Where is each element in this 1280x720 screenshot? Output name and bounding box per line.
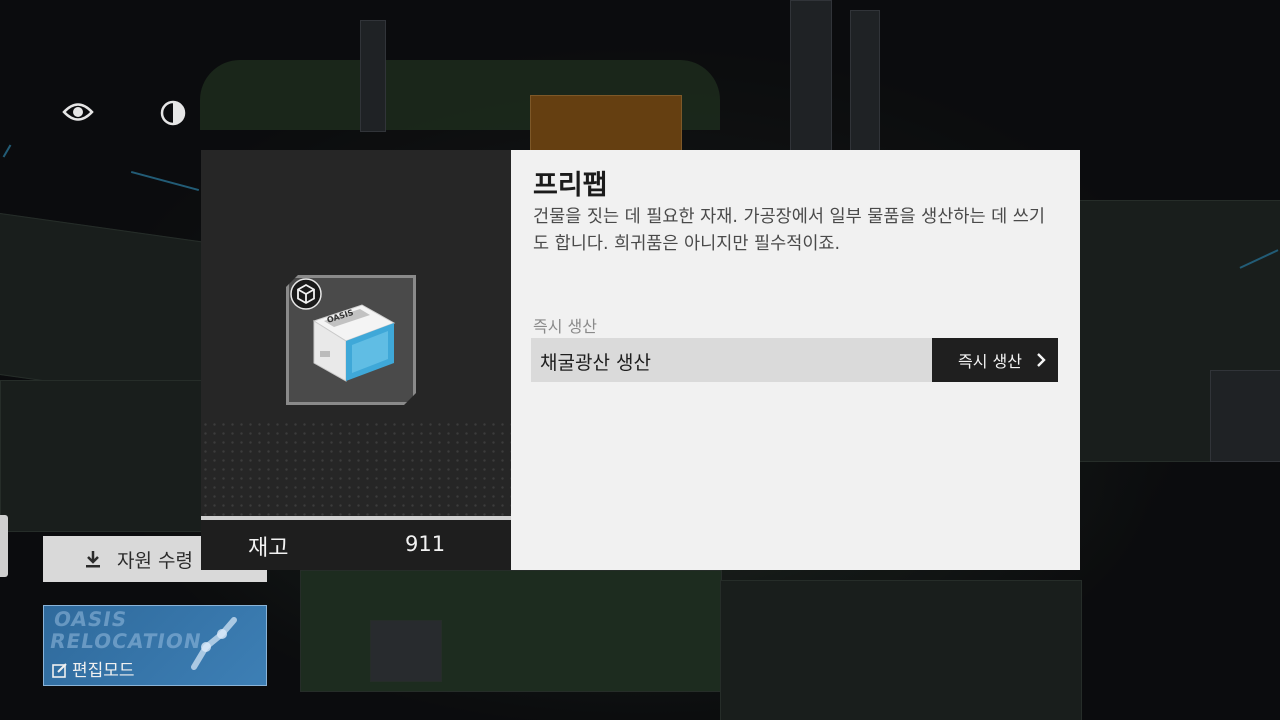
edit-icon — [52, 663, 67, 678]
edit-mode-label: 편집모드 — [72, 661, 135, 681]
download-icon — [86, 551, 100, 568]
production-source-row: 채굴광산 생산 즉시 생산 — [531, 338, 1058, 382]
stock-bar: 재고 911 — [201, 516, 511, 570]
robot-arm-icon — [191, 617, 237, 670]
collect-resources-label: 자원 수령 — [117, 549, 193, 572]
contrast-icon[interactable] — [156, 96, 190, 130]
prefab-crate-icon: OASIS — [312, 304, 396, 382]
side-drawer-handle[interactable] — [0, 515, 8, 577]
instant-production-section-label: 즉시 생산 — [533, 317, 597, 336]
eye-icon[interactable] — [61, 95, 95, 129]
stock-label: 재고 — [248, 536, 289, 561]
instant-produce-button-label: 즉시 생산 — [958, 352, 1022, 371]
item-description: 건물을 짓는 데 필요한 자재. 가공장에서 일부 물품을 생산하는 데 쓰기도… — [533, 207, 1045, 254]
chevron-right-icon — [1037, 353, 1046, 367]
item-preview-panel: OASIS 재고 911 — [201, 150, 511, 570]
item-info-panel: 프리팹 건물을 짓는 데 필요한 자재. 가공장에서 일부 물품을 생산하는 데… — [511, 150, 1080, 570]
stock-value: 911 — [405, 532, 446, 556]
edit-mode-button[interactable]: OASIS RELOCATION 편집모드 — [43, 605, 267, 686]
item-title: 프리팹 — [533, 170, 608, 201]
instant-produce-button[interactable]: 즉시 생산 — [932, 338, 1058, 382]
production-source-name: 채굴광산 생산 — [540, 352, 651, 374]
